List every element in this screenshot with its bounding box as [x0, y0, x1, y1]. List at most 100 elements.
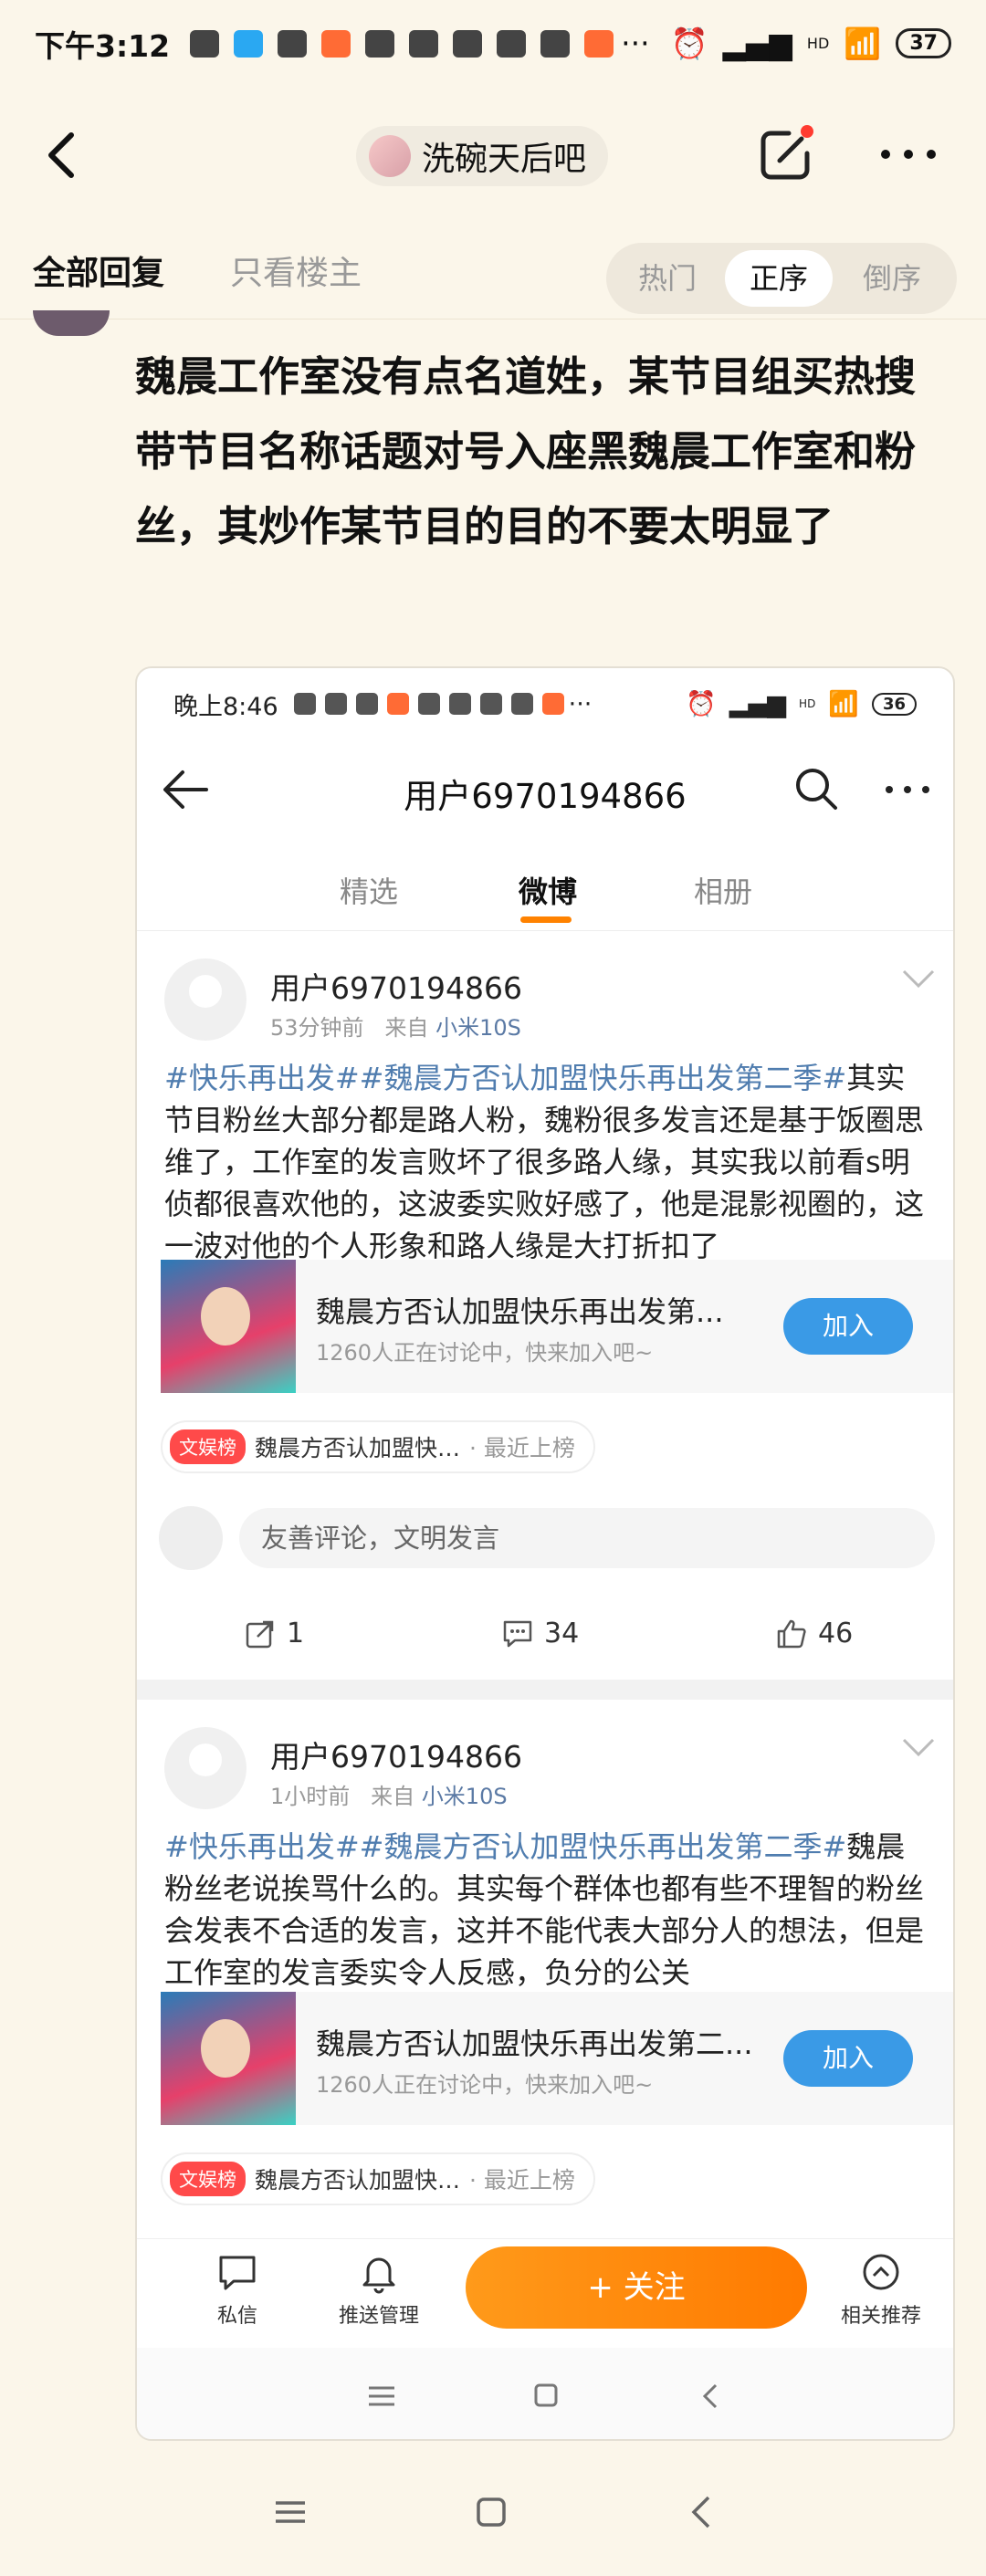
- mi-icon: [409, 29, 439, 58]
- comment-row: 友善评论，文明发言: [159, 1506, 935, 1570]
- back-chevron-icon: [702, 2383, 718, 2409]
- alarm-icon: ⏰: [670, 25, 708, 61]
- topic-title: 魏晨方否认加盟快乐再出发第...: [316, 1294, 724, 1329]
- profile-bottom-bar: 私信 推送管理 + 关注 相关推荐: [137, 2238, 953, 2348]
- topic-subtitle: 1260人正在讨论中，快来加入吧~: [316, 2072, 654, 2098]
- ranking-status: · 最近上榜: [469, 2167, 575, 2194]
- home-square-icon: [534, 2383, 558, 2407]
- screenshot-status-bar: 晚上8:46 ··· ⏰ ▂▄▆ HD 📶 36: [137, 668, 953, 739]
- chevron-down-icon: [902, 1738, 935, 1757]
- hd-label: HD: [799, 697, 816, 710]
- chevron-up-circle-icon: [863, 2254, 899, 2290]
- embedded-screenshot[interactable]: 晚上8:46 ··· ⏰ ▂▄▆ HD 📶 36 用户6970194866 精选…: [135, 666, 955, 2441]
- status-time: 下午3:12: [35, 27, 171, 64]
- mi-icon: [448, 693, 471, 715]
- search-icon: [796, 769, 837, 810]
- push-settings-button: 推送管理: [320, 2252, 438, 2329]
- comment-action: 34: [502, 1618, 579, 1649]
- hashtags: #快乐再出发##魏晨方否认加盟快乐再出发第二季#: [164, 1829, 847, 1864]
- mi-icon: [453, 29, 483, 58]
- ranking-badge: 文娱榜 魏晨方否认加盟快… · 最近上榜: [161, 1420, 595, 1473]
- repost-action: 1: [245, 1618, 304, 1649]
- active-tab-indicator: [520, 916, 572, 923]
- tab-owner-only[interactable]: 只看楼主: [230, 246, 362, 294]
- topic-card: 魏晨方否认加盟快乐再出发第... 1260人正在讨论中，快来加入吧~ 加入: [161, 1260, 953, 1393]
- topic-card: 魏晨方否认加盟快乐再出发第二... 1260人正在讨论中，快来加入吧~ 加入: [161, 1992, 953, 2125]
- device-name: 小米10S: [421, 1784, 508, 1809]
- wifi-icon: 📶: [844, 25, 882, 61]
- post-meta: 53分钟前 来自 小米10S: [270, 1010, 521, 1042]
- topic-image: [161, 1992, 296, 2125]
- join-button: 加入: [783, 1298, 913, 1355]
- ranking-badge: 文娱榜 魏晨方否认加盟快… · 最近上榜: [161, 2152, 595, 2205]
- post-meta: 1小时前 来自 小米10S: [270, 1778, 508, 1810]
- sort-toggle: 热门 正序 倒序: [606, 243, 957, 314]
- screenshot-status-time: 晚上8:46: [173, 692, 278, 721]
- nav-bar: 洗碗天后吧: [0, 100, 986, 210]
- reply-filter-bar: 全部回复 只看楼主 热门 正序 倒序: [0, 219, 986, 319]
- action-bar: 1 34 46: [137, 1618, 953, 1663]
- forum-avatar: [369, 135, 411, 177]
- post-time: 1小时前: [270, 1784, 351, 1809]
- follow-button: + 关注: [466, 2246, 807, 2329]
- author-avatar[interactable]: [33, 310, 110, 336]
- hashtags: #快乐再出发##魏晨方否认加盟快乐再出发第二季#: [164, 1061, 847, 1095]
- menu-icon[interactable]: [270, 2494, 310, 2530]
- ranking-topic: 魏晨方否认加盟快…: [255, 2167, 461, 2194]
- topic-title: 魏晨方否认加盟快乐再出发第二...: [316, 2026, 753, 2061]
- signal-icon: ▂▄▆: [722, 26, 792, 61]
- topic-image: [161, 1260, 296, 1393]
- forum-chip[interactable]: 洗碗天后吧: [356, 126, 609, 186]
- ranking-topic: 魏晨方否认加盟快…: [255, 1435, 461, 1461]
- more-icon: [886, 786, 929, 793]
- app-icon: [386, 693, 409, 715]
- wechat-icon: [278, 29, 308, 58]
- hd-label: HD: [806, 35, 830, 52]
- message-icon: [293, 693, 316, 715]
- sort-descending[interactable]: 倒序: [838, 250, 946, 307]
- app-icon: [321, 29, 351, 58]
- post-text: 魏晨工作室没有点名道姓，某节目组买热搜带节目名称话题对号入座黑魏晨工作室和粉丝，…: [135, 352, 917, 550]
- check-icon: [479, 693, 502, 715]
- tab-weibo: 微博: [519, 874, 578, 909]
- check-icon: [497, 29, 527, 58]
- post-time: 53分钟前: [270, 1015, 364, 1041]
- system-nav-bar: [0, 2457, 986, 2576]
- tab-all-replies[interactable]: 全部回复: [33, 246, 164, 294]
- back-arrow-icon[interactable]: [37, 128, 91, 183]
- card-separator: [137, 1680, 953, 1700]
- from-label: 来自: [371, 1784, 415, 1809]
- weibo-card: 用户6970194866 53分钟前 来自 小米10S #快乐再出发##魏晨方否…: [137, 931, 953, 1680]
- topic-subtitle: 1260人正在讨论中，快来加入吧~: [316, 1340, 654, 1366]
- tab-album: 相册: [694, 874, 753, 909]
- sort-hot[interactable]: 热门: [614, 250, 721, 307]
- push-settings-label: 推送管理: [338, 2305, 419, 2328]
- message-label: 私信: [216, 2305, 257, 2328]
- more-notifications-icon: ···: [568, 689, 593, 718]
- user-avatar: [164, 958, 246, 1041]
- message-button: 私信: [201, 2252, 274, 2329]
- more-notifications-icon: ···: [621, 26, 650, 61]
- more-icon[interactable]: [876, 141, 940, 168]
- like-action: 46: [776, 1618, 853, 1649]
- home-square-icon[interactable]: [471, 2492, 511, 2532]
- comment-count: 34: [544, 1618, 580, 1649]
- profile-tabs: 精选 微博 相册: [137, 840, 953, 931]
- qq-icon: [234, 29, 264, 58]
- sort-ascending[interactable]: 正序: [725, 250, 833, 307]
- chevron-down-icon: [902, 969, 935, 989]
- game-icon: [510, 693, 533, 715]
- repost-count: 1: [287, 1618, 305, 1649]
- screenshot-system-nav: [137, 2348, 953, 2439]
- back-chevron-icon[interactable]: [683, 2492, 719, 2532]
- gift-icon: [541, 693, 564, 715]
- weibo-card: 用户6970194866 1小时前 来自 小米10S #快乐再出发##魏晨方否认…: [137, 1700, 953, 2247]
- status-bar: 下午3:12 ··· ⏰ ▂▄▆ HD 📶 37: [0, 0, 986, 87]
- related-button: 相关推荐: [822, 2252, 940, 2329]
- user-avatar: [164, 1727, 246, 1809]
- ranking-label: 文娱榜: [170, 2162, 246, 2196]
- user-name: 用户6970194866: [270, 970, 522, 1006]
- join-button: 加入: [783, 2030, 913, 2087]
- edit-icon[interactable]: [756, 124, 816, 184]
- user-name: 用户6970194866: [270, 1739, 522, 1775]
